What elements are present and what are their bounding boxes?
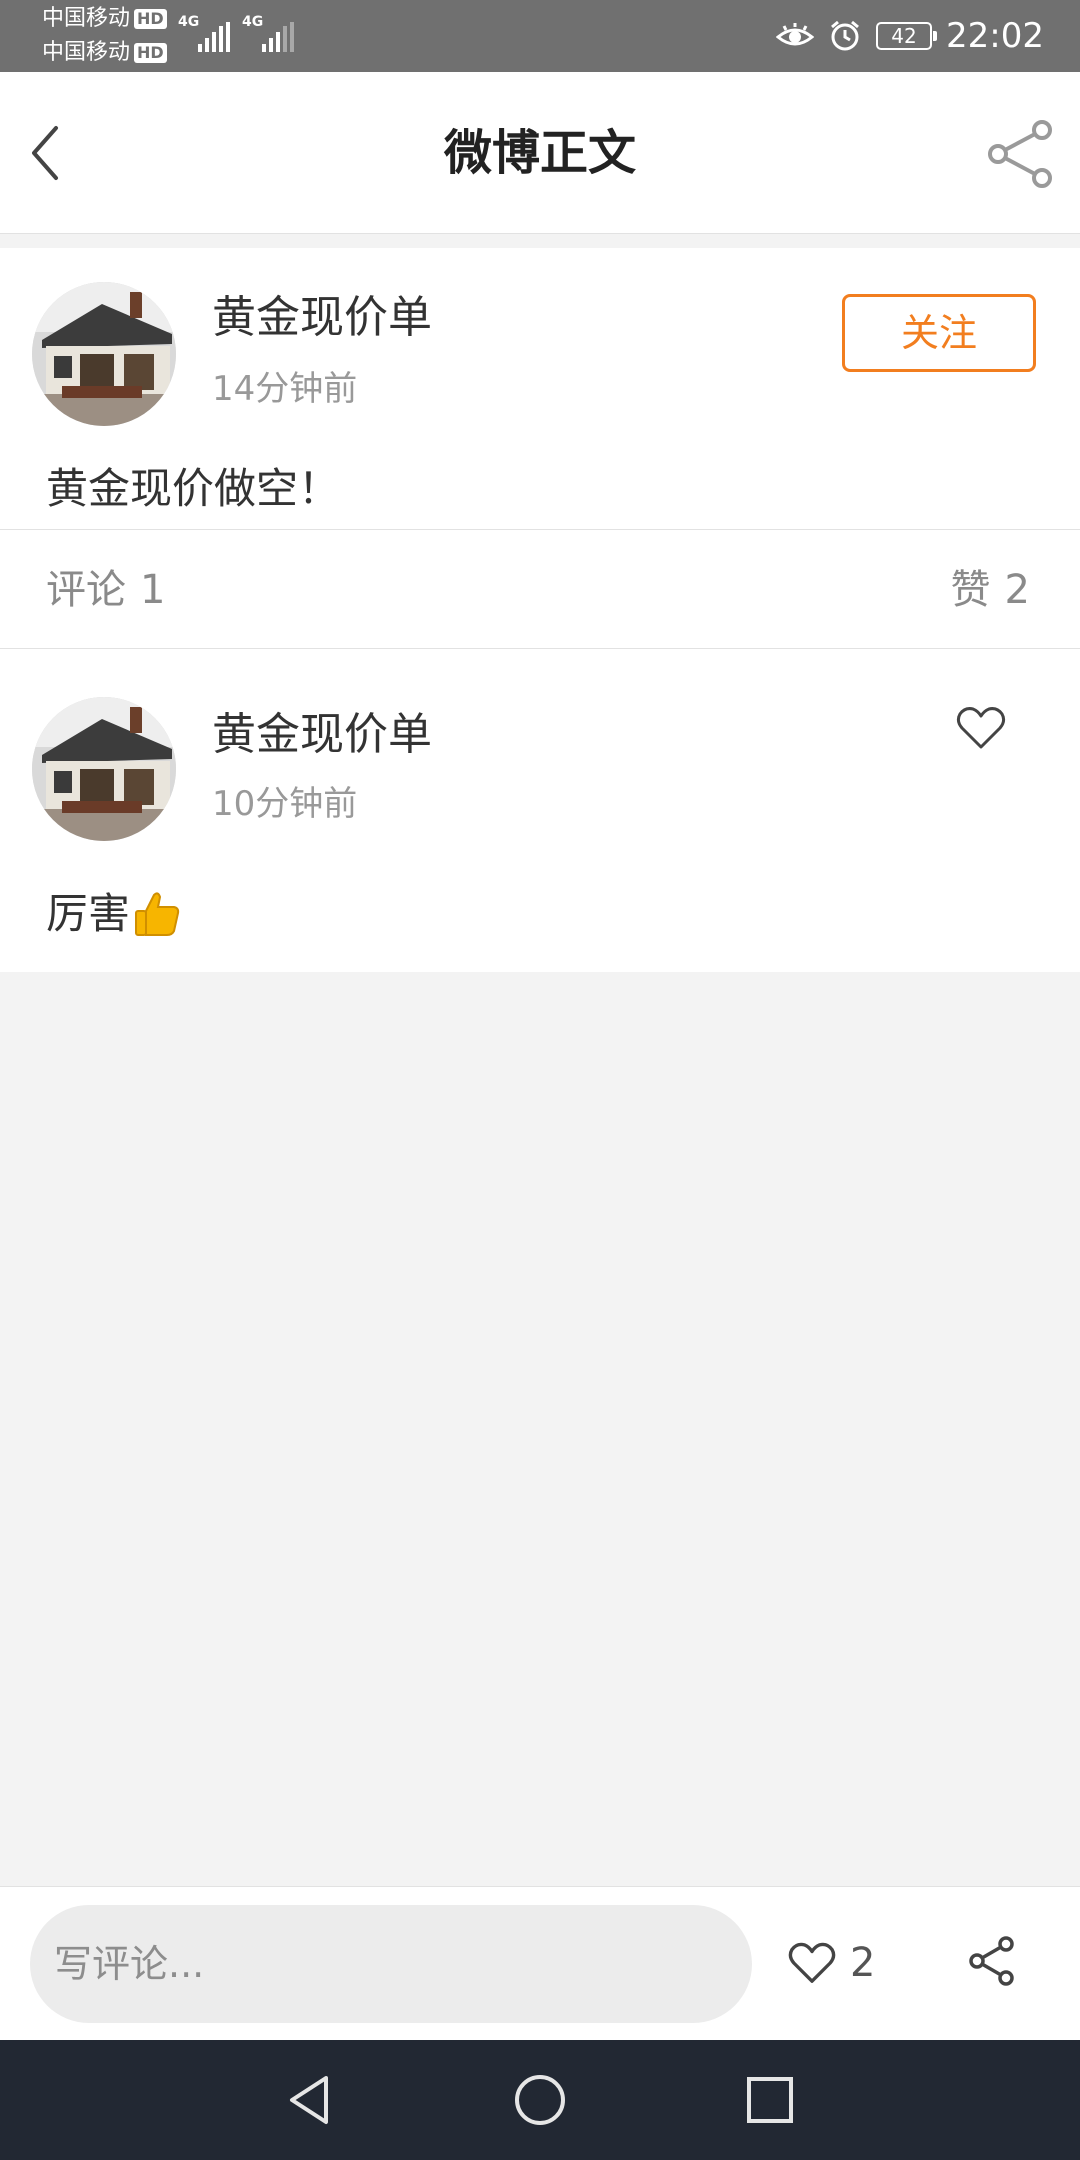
network-2-label: 4G <box>242 14 264 30</box>
bottom-action-bar: 写评论... 2 <box>0 1886 1080 2040</box>
comment-like-button[interactable] <box>956 705 1006 751</box>
comment-input[interactable]: 写评论... <box>30 1905 752 2023</box>
header: 微博正文 <box>0 72 1080 234</box>
comment-avatar[interactable] <box>32 697 176 841</box>
hd-badge-2: HD <box>134 43 167 63</box>
carrier-1-name: 中国移动 <box>42 6 131 31</box>
post-time: 14分钟前 <box>212 369 358 409</box>
comments-label: 评论 <box>46 567 126 613</box>
follow-button[interactable]: 关注 <box>842 294 1036 372</box>
battery-level: 42 <box>891 24 917 48</box>
carrier-2-name: 中国移动 <box>42 40 131 65</box>
comment-author[interactable]: 黄金现价单 <box>212 705 432 765</box>
share-icon <box>988 120 1052 188</box>
post-author[interactable]: 黄金现价单 <box>212 288 432 348</box>
heart-icon <box>956 707 1006 749</box>
nav-back-button[interactable] <box>280 2070 340 2130</box>
status-right: 42 22:02 <box>776 14 1044 58</box>
status-bar: 中国移动 HD 中国移动 HD 4G 4G 42 22:02 <box>0 0 1080 72</box>
triangle-back-icon <box>290 2076 328 2124</box>
stats-row: 评论 1 赞2 <box>0 530 1080 649</box>
post-card: 黄金现价单 14分钟前 关注 黄金现价做空！ <box>0 248 1080 530</box>
hd-badge-1: HD <box>134 9 167 29</box>
bottom-share-button[interactable] <box>966 1933 1018 1989</box>
carrier-1: 中国移动 HD <box>42 6 167 32</box>
bottom-like-count: 2 <box>850 1940 876 1986</box>
avatar[interactable] <box>32 282 176 426</box>
clock-time: 22:02 <box>946 16 1044 56</box>
circle-home-icon <box>515 2075 565 2125</box>
comment-text-row: 厉害 <box>46 885 182 943</box>
eye-comfort-icon <box>776 23 815 46</box>
carrier-2: 中国移动 HD <box>42 40 167 66</box>
nav-home-button[interactable] <box>510 2070 570 2130</box>
system-nav-bar <box>0 2040 1080 2160</box>
thumbs-up-emoji <box>135 892 180 936</box>
avatar-image <box>32 282 176 426</box>
comment-time: 10分钟前 <box>212 784 358 824</box>
bottom-like-button[interactable]: 2 <box>788 1933 875 1993</box>
post-text: 黄金现价做空！ <box>46 464 341 513</box>
battery-icon: 42 <box>876 22 938 50</box>
network-1-label: 4G <box>178 14 200 30</box>
square-recent-icon <box>747 2077 793 2123</box>
share-button[interactable] <box>984 116 1058 190</box>
share-icon <box>969 1936 1014 1986</box>
comment-avatar-image <box>32 697 176 841</box>
likes-tab[interactable]: 赞2 <box>951 564 1030 616</box>
comment-item: 黄金现价单 10分钟前 厉害 <box>0 649 1080 972</box>
comments-count: 1 <box>140 567 166 613</box>
page-title: 微博正文 <box>443 125 636 181</box>
likes-count: 2 <box>1004 567 1030 613</box>
nav-recent-button[interactable] <box>740 2070 800 2130</box>
alarm-icon <box>831 20 859 51</box>
heart-icon <box>788 1942 836 1983</box>
comment-text: 厉害 <box>46 889 131 938</box>
likes-label: 赞 <box>950 567 991 613</box>
comments-tab[interactable]: 评论 1 <box>46 564 165 616</box>
